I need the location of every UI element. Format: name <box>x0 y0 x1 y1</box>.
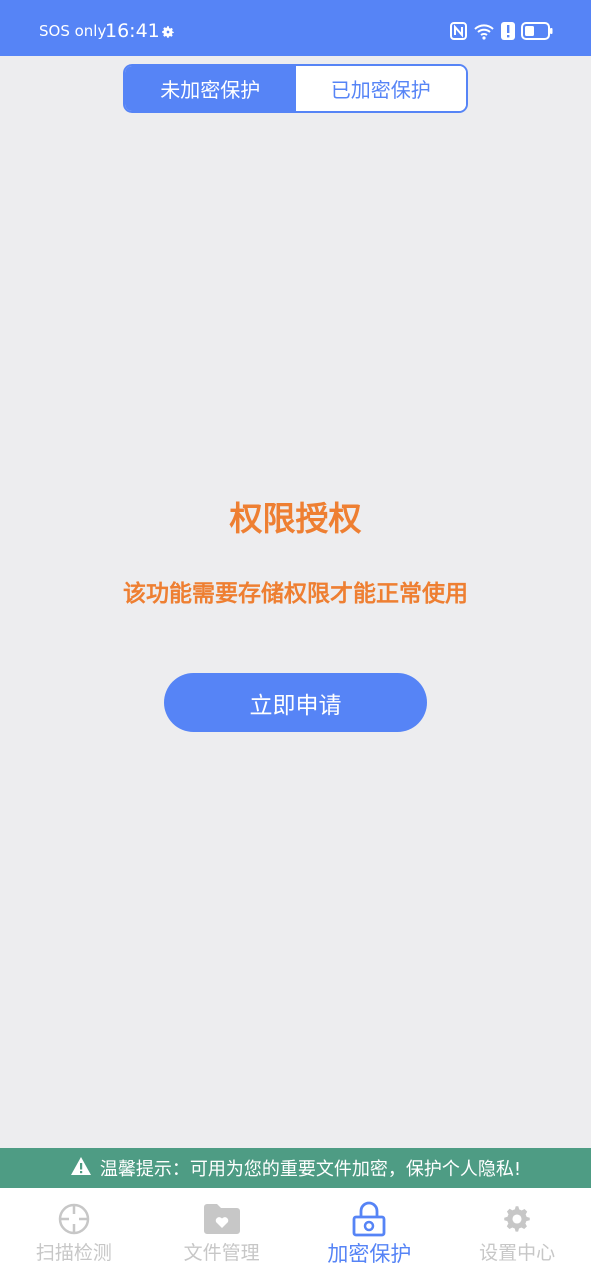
permission-title: 权限授权 <box>229 499 362 538</box>
gear-icon <box>500 1202 534 1236</box>
tab-encrypted-label: 已加密保护 <box>330 78 431 102</box>
alert-icon <box>501 22 515 44</box>
clock-time: 16:41 <box>105 20 160 42</box>
folder-heart-icon <box>203 1202 241 1236</box>
crosshair-icon <box>57 1202 91 1236</box>
settings-gear-icon <box>160 24 176 44</box>
battery-icon <box>521 22 553 44</box>
nav-item-files[interactable]: 文件管理 <box>148 1188 296 1280</box>
nav-label-files: 文件管理 <box>183 1242 260 1264</box>
tab-encrypted[interactable]: 已加密保护 <box>295 66 466 111</box>
apply-permission-button[interactable]: 立即申请 <box>164 673 427 732</box>
tip-bar: 温馨提示：可用为您的重要文件加密，保护个人隐私! <box>0 1148 591 1188</box>
nav-item-encrypt[interactable]: 加密保护 <box>296 1188 444 1280</box>
nfc-icon <box>450 22 467 44</box>
lock-icon <box>352 1201 386 1237</box>
tab-unencrypted[interactable]: 未加密保护 <box>125 66 296 111</box>
wifi-icon <box>473 22 495 44</box>
warning-triangle-icon <box>70 1156 92 1181</box>
tip-text: 温馨提示：可用为您的重要文件加密，保护个人隐私! <box>99 1159 522 1180</box>
nav-label-encrypt: 加密保护 <box>327 1242 412 1266</box>
permission-description: 该功能需要存储权限才能正常使用 <box>123 581 468 607</box>
nav-label-scan: 扫描检测 <box>35 1242 112 1264</box>
carrier-text: SOS only <box>39 22 107 40</box>
status-icons <box>450 22 553 44</box>
bottom-nav: 扫描检测 文件管理 加密保护 设置中心 <box>0 1188 591 1280</box>
nav-item-settings[interactable]: 设置中心 <box>443 1188 591 1280</box>
tab-unencrypted-label: 未加密保护 <box>160 78 261 102</box>
encryption-tabs: 未加密保护 已加密保护 <box>123 64 468 113</box>
nav-item-scan[interactable]: 扫描检测 <box>0 1188 148 1280</box>
apply-permission-label: 立即申请 <box>249 691 342 718</box>
status-bar: SOS only 16:41 <box>0 0 591 56</box>
nav-label-settings: 设置中心 <box>479 1242 556 1264</box>
